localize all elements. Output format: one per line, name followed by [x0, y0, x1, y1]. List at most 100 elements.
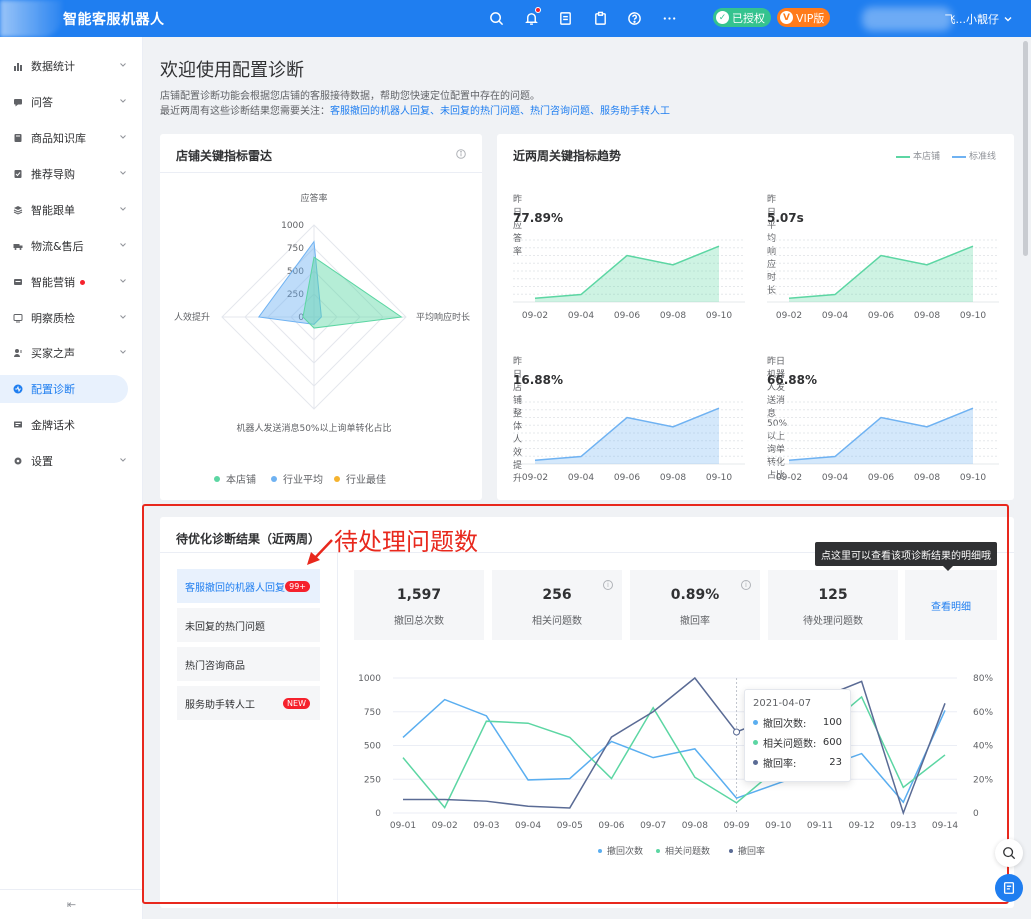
- zoom-icon: [1003, 847, 1016, 860]
- sidebar-item-label: 设置: [31, 455, 53, 468]
- brand-logo: [0, 0, 62, 37]
- sidebar-item-label: 配置诊断: [31, 383, 75, 396]
- sidebar-item-6[interactable]: 智能营销: [0, 268, 143, 296]
- app-title: 智能客服机器人: [63, 12, 165, 28]
- trend-x-label: 09-08: [914, 473, 940, 483]
- user-name: 飞...小靓仔: [944, 12, 1000, 26]
- trend-metric-value: 5.07s: [767, 211, 804, 225]
- collapse-icon: ⇤: [66, 898, 77, 911]
- chevron-down-icon: [120, 458, 126, 462]
- legend-dot: [271, 476, 277, 482]
- annotation-arrow-icon: [307, 539, 333, 565]
- legend-dot: [214, 476, 220, 482]
- trend-x-label: 09-10: [960, 473, 986, 483]
- radar-tick-label: 750: [287, 244, 304, 254]
- diagnose-icon: [13, 384, 23, 394]
- user-menu[interactable]: 飞...小靓仔: [862, 5, 1017, 32]
- trend-metric-value: 66.88%: [767, 373, 817, 387]
- truck-icon: [13, 241, 23, 251]
- user-avatar: [862, 7, 952, 31]
- attention-links[interactable]: 客服撤回的机器人回复、未回复的热门问题、热门咨询问题、服务助手转人工: [330, 106, 670, 117]
- chevron-down-icon: [120, 171, 126, 175]
- trend-mini-chart: 09-02 09-04 09-06 09-08 09-10: [767, 401, 999, 483]
- user-voice-icon: [13, 348, 23, 358]
- authorized-badge[interactable]: ✓ 已授权: [713, 8, 771, 27]
- legend-dot: [334, 476, 340, 482]
- chevron-down-icon: [120, 135, 126, 139]
- sidebar-item-3[interactable]: 推荐导购: [0, 160, 143, 188]
- sidebar-item-1[interactable]: 问答: [0, 88, 143, 116]
- radar-card: 店铺关键指标雷达 10007505002500应答率平均响应时长机器人发送消息5…: [160, 134, 482, 500]
- trend-x-label: 09-10: [706, 311, 732, 321]
- sidebar-item-10[interactable]: 金牌话术: [0, 411, 143, 439]
- trend-legend: 本店铺 标准线: [895, 149, 996, 162]
- notification-dot: [535, 7, 541, 13]
- book-icon: [13, 133, 23, 143]
- chevron-down-icon: [120, 207, 126, 211]
- bell-icon[interactable]: [522, 7, 541, 27]
- trend-metric-value: 16.88%: [513, 373, 563, 387]
- legend-store: 本店铺: [895, 149, 940, 162]
- trend-x-label: 09-06: [868, 473, 894, 483]
- more-icon[interactable]: [660, 9, 678, 27]
- radar-series-store: [302, 256, 403, 329]
- sidebar-item-4[interactable]: 智能跟单: [0, 196, 143, 224]
- sidebar-item-label: 商品知识库: [31, 132, 86, 145]
- top-bar: 智能客服机器人 ✓ 已授权 V VIP版 飞...小靓仔: [0, 0, 1031, 37]
- document-icon[interactable]: [556, 9, 574, 27]
- radar-axis-label: 人效提升: [174, 311, 210, 323]
- sidebar-item-7[interactable]: 明察质检: [0, 304, 143, 332]
- sidebar-item-5[interactable]: 物流&售后: [0, 232, 143, 260]
- trend-x-label: 09-02: [776, 311, 802, 321]
- notification-dot: [80, 279, 85, 285]
- radar-axis-label: 应答率: [300, 192, 327, 204]
- trend-x-label: 09-08: [914, 311, 940, 321]
- sidebar-item-11[interactable]: 设置: [0, 447, 143, 475]
- trend-x-label: 09-04: [822, 311, 848, 321]
- radar-axis-label: 平均响应时长: [416, 311, 470, 323]
- radar-legend-label: 本店铺: [226, 473, 256, 486]
- search-icon[interactable]: [487, 9, 505, 27]
- chevron-down-icon: [120, 315, 126, 319]
- legend-standard: 标准线: [951, 149, 996, 162]
- radar-legend-label: 行业最佳: [346, 473, 386, 486]
- sidebar-item-label: 买家之声: [31, 347, 75, 360]
- sidebar: 数据统计问答商品知识库推荐导购智能跟单物流&售后智能营销明察质检买家之声配置诊断…: [0, 37, 143, 919]
- shield-check-icon: ✓: [716, 11, 729, 24]
- annotation-label: 待处理问题数: [334, 528, 478, 556]
- vip-label: VIP版: [796, 11, 825, 25]
- layers-icon: [13, 205, 23, 215]
- sidebar-item-9[interactable]: 配置诊断: [0, 375, 128, 403]
- collapse-sidebar-button[interactable]: ⇤: [0, 889, 143, 919]
- vip-icon: V: [780, 11, 793, 24]
- trend-x-label: 09-06: [868, 311, 894, 321]
- page-description: 店铺配置诊断功能会根据您店铺的客服接待数据，帮助您快速定位配置中存在的问题。: [160, 91, 540, 102]
- radar-legend-label: 行业平均: [283, 473, 323, 486]
- zoom-button[interactable]: [995, 839, 1023, 867]
- message-icon: [13, 420, 23, 430]
- sidebar-item-label: 物流&售后: [31, 240, 84, 253]
- trend-mini-chart: 09-02 09-04 09-06 09-08 09-10: [767, 239, 999, 321]
- clipboard-icon[interactable]: [591, 9, 609, 27]
- trend-x-label: 09-08: [660, 311, 686, 321]
- vip-badge[interactable]: V VIP版: [777, 8, 831, 27]
- sidebar-item-8[interactable]: 买家之声: [0, 339, 143, 367]
- trend-metric-value: 77.89%: [513, 211, 563, 225]
- gear-icon: [13, 456, 23, 466]
- sidebar-item-label: 推荐导购: [31, 168, 75, 181]
- chat-button[interactable]: [995, 874, 1023, 902]
- radar-tick-label: 1000: [281, 221, 304, 231]
- sidebar-item-2[interactable]: 商品知识库: [0, 124, 143, 152]
- chevron-down-icon: [120, 350, 126, 354]
- chat-icon: [1003, 882, 1015, 894]
- trend-x-label: 09-02: [522, 473, 548, 483]
- monitor-icon: [13, 313, 23, 323]
- sidebar-item-label: 明察质检: [31, 312, 75, 325]
- page-title: 欢迎使用配置诊断: [160, 60, 304, 81]
- attention-note: 最近两周有这些诊断结果您需要关注：客服撤回的机器人回复、未回复的热门问题、热门咨…: [160, 102, 670, 117]
- sidebar-item-label: 数据统计: [31, 60, 75, 73]
- help-icon[interactable]: [625, 9, 643, 27]
- sidebar-item-0[interactable]: 数据统计: [0, 52, 143, 80]
- scrollbar[interactable]: [1023, 41, 1028, 256]
- attention-prefix: 最近两周有这些诊断结果您需要关注：: [160, 106, 330, 117]
